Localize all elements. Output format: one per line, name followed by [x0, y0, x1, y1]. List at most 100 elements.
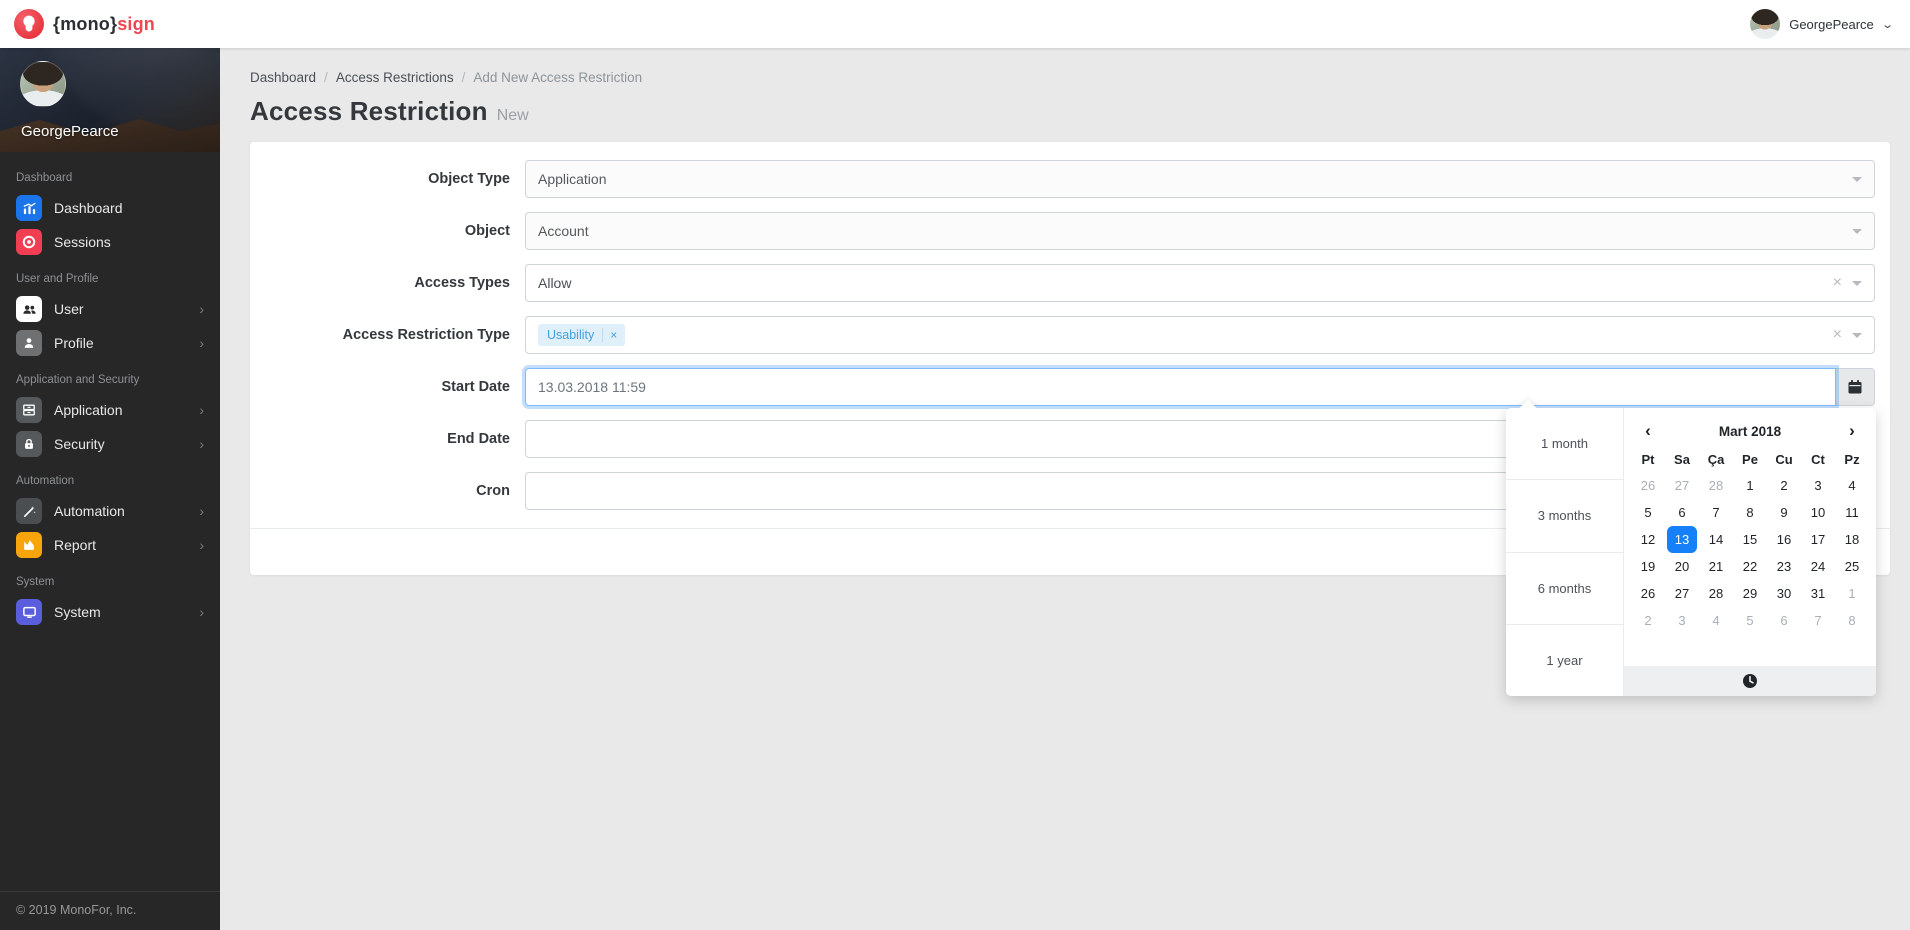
tag-remove-icon[interactable]: × — [602, 328, 625, 342]
chevron-right-icon: › — [199, 504, 204, 518]
sidebar-item-security[interactable]: Security› — [0, 427, 220, 461]
calendar-day[interactable]: 16 — [1769, 526, 1799, 553]
clear-icon[interactable]: × — [1833, 327, 1842, 343]
calendar-day[interactable]: 25 — [1837, 553, 1867, 580]
user-menu[interactable]: GeorgePearce ⌄ — [1750, 9, 1892, 39]
sidebar-section-label: Application and Security — [0, 360, 220, 393]
calendar-day[interactable]: 8 — [1837, 607, 1867, 634]
sidebar-item-report[interactable]: Report› — [0, 528, 220, 562]
calendar-day[interactable]: 29 — [1735, 580, 1765, 607]
start-date-label: Start Date — [270, 379, 525, 395]
access-types-select[interactable]: Allow × — [525, 264, 1875, 302]
report-icon — [16, 532, 42, 558]
sidebar-item-label: Sessions — [54, 234, 204, 250]
calendar-day[interactable]: 21 — [1701, 553, 1731, 580]
sidebar-item-application[interactable]: Application› — [0, 393, 220, 427]
calendar-day[interactable]: 6 — [1667, 499, 1697, 526]
range-option-6-months[interactable]: 6 months — [1506, 552, 1623, 624]
calendar-day[interactable]: 31 — [1803, 580, 1833, 607]
datepicker-popup: 1 month3 months6 months1 year ‹ Mart 201… — [1506, 408, 1876, 696]
sidebar-section-label: Automation — [0, 461, 220, 494]
calendar-day[interactable]: 20 — [1667, 553, 1697, 580]
profile-avatar — [20, 61, 66, 107]
sidebar-section-label: User and Profile — [0, 259, 220, 292]
calendar-day[interactable]: 30 — [1769, 580, 1799, 607]
calendar-day-selected[interactable]: 13 — [1667, 526, 1697, 553]
calendar-day[interactable]: 4 — [1837, 472, 1867, 499]
wand-icon — [16, 498, 42, 524]
breadcrumb-dashboard[interactable]: Dashboard — [250, 70, 316, 85]
sidebar-section-label: Dashboard — [0, 158, 220, 191]
profile-name: GeorgePearce — [21, 123, 119, 140]
calendar-day[interactable]: 1 — [1837, 580, 1867, 607]
range-option-3-months[interactable]: 3 months — [1506, 479, 1623, 551]
sidebar-item-sessions[interactable]: Sessions — [0, 225, 220, 259]
sidebar: GeorgePearce Dashboard Dashboard Sessions U… — [0, 48, 220, 930]
chevron-right-icon: › — [199, 403, 204, 417]
breadcrumb: Dashboard / Access Restrictions / Add Ne… — [250, 70, 1890, 85]
calendar-day[interactable]: 23 — [1769, 553, 1799, 580]
user-avatar — [1750, 9, 1780, 39]
calendar-day[interactable]: 7 — [1803, 607, 1833, 634]
object-select[interactable]: Account — [525, 212, 1875, 250]
calendar-day[interactable]: 11 — [1837, 499, 1867, 526]
person-icon — [16, 330, 42, 356]
next-month-icon[interactable]: › — [1842, 421, 1862, 441]
calendar-day[interactable]: 3 — [1667, 607, 1697, 634]
month-title[interactable]: Mart 2018 — [1658, 424, 1842, 439]
calendar-day[interactable]: 15 — [1735, 526, 1765, 553]
clear-icon[interactable]: × — [1833, 275, 1842, 291]
sidebar-item-user[interactable]: User› — [0, 292, 220, 326]
calendar-day[interactable]: 7 — [1701, 499, 1731, 526]
calendar-day[interactable]: 17 — [1803, 526, 1833, 553]
calendar-day[interactable]: 1 — [1735, 472, 1765, 499]
calendar-day[interactable]: 18 — [1837, 526, 1867, 553]
breadcrumb-current: Add New Access Restriction — [473, 70, 642, 85]
range-option-1-year[interactable]: 1 year — [1506, 624, 1623, 696]
object-type-select[interactable]: Application — [525, 160, 1875, 198]
sidebar-profile: GeorgePearce — [0, 48, 220, 152]
calendar-day[interactable]: 8 — [1735, 499, 1765, 526]
page-subtitle: New — [497, 107, 529, 125]
brand-logo[interactable]: {mono}sign — [14, 9, 155, 39]
calendar-day[interactable]: 5 — [1735, 607, 1765, 634]
calendar-day[interactable]: 6 — [1769, 607, 1799, 634]
sidebar-item-label: Dashboard — [54, 200, 204, 216]
calendar-day[interactable]: 14 — [1701, 526, 1731, 553]
chevron-right-icon: › — [199, 336, 204, 350]
restriction-type-select[interactable]: Usability × × — [525, 316, 1875, 354]
weekday-label: Pz — [1835, 446, 1869, 472]
dashboard-chart-icon — [16, 195, 42, 221]
sidebar-item-system[interactable]: System› — [0, 595, 220, 629]
weekday-label: Sa — [1665, 446, 1699, 472]
calendar-day[interactable]: 4 — [1701, 607, 1731, 634]
calendar-button[interactable] — [1836, 368, 1875, 406]
breadcrumb-access-restrictions[interactable]: Access Restrictions — [336, 70, 454, 85]
calendar-day[interactable]: 19 — [1633, 553, 1663, 580]
calendar-day[interactable]: 24 — [1803, 553, 1833, 580]
start-date-input[interactable] — [525, 368, 1836, 406]
sidebar-item-dashboard[interactable]: Dashboard — [0, 191, 220, 225]
users-icon — [16, 296, 42, 322]
calendar-day[interactable]: 2 — [1633, 607, 1663, 634]
calendar-day[interactable]: 10 — [1803, 499, 1833, 526]
calendar-day[interactable]: 5 — [1633, 499, 1663, 526]
time-picker-button[interactable] — [1624, 666, 1876, 696]
sidebar-item-automation[interactable]: Automation› — [0, 494, 220, 528]
sidebar-item-profile[interactable]: Profile› — [0, 326, 220, 360]
calendar-day[interactable]: 27 — [1667, 472, 1697, 499]
calendar-day[interactable]: 9 — [1769, 499, 1799, 526]
prev-month-icon[interactable]: ‹ — [1638, 421, 1658, 441]
calendar-day[interactable]: 3 — [1803, 472, 1833, 499]
restriction-type-label: Access Restriction Type — [270, 327, 525, 343]
calendar-day[interactable]: 27 — [1667, 580, 1697, 607]
calendar-day[interactable]: 28 — [1701, 580, 1731, 607]
calendar-day[interactable]: 28 — [1701, 472, 1731, 499]
calendar-day[interactable]: 26 — [1633, 472, 1663, 499]
calendar-day[interactable]: 2 — [1769, 472, 1799, 499]
calendar-day[interactable]: 22 — [1735, 553, 1765, 580]
calendar-day[interactable]: 12 — [1633, 526, 1663, 553]
weekday-label: Pt — [1631, 446, 1665, 472]
calendar-day[interactable]: 26 — [1633, 580, 1663, 607]
range-option-1-month[interactable]: 1 month — [1506, 408, 1623, 479]
